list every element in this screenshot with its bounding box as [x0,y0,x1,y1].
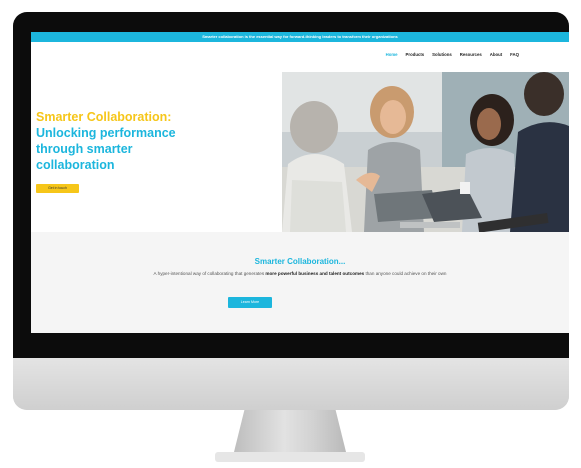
nav-item-about[interactable]: About [490,52,502,57]
main-nav: Home Products Solutions Resources About … [386,52,519,57]
section-text-part1: A hyper-intentional way of collaborating… [153,271,266,276]
learn-more-button[interactable]: Learn More [228,297,272,308]
website-screen: Smarter collaboration is the essential w… [31,32,569,333]
nav-item-solutions[interactable]: Solutions [432,52,452,57]
intro-section: Smarter Collaboration... A hyper-intenti… [31,232,569,333]
nav-item-resources[interactable]: Resources [460,52,482,57]
nav-item-home[interactable]: Home [386,52,398,57]
monitor-stand-base [215,452,365,462]
monitor-stand [233,410,347,456]
hero-title-line2: Unlocking performance through smarter co… [36,126,176,172]
section-text-part2: than anyone could achieve on their own [364,271,447,276]
hero-title-line1: Smarter Collaboration: [36,110,172,124]
section-title: Smarter Collaboration... [254,257,346,266]
section-text-bold: more powerful business and talent outcom… [265,271,365,276]
get-in-touch-button[interactable]: Get in touch [36,184,79,193]
hero-photo [282,72,569,232]
hero-heading: Smarter Collaboration: Unlocking perform… [36,110,246,173]
nav-item-products[interactable]: Products [406,52,425,57]
announcement-bar: Smarter collaboration is the essential w… [31,32,569,42]
monitor-chin [13,358,569,410]
meeting-photo-illustration [282,72,569,232]
nav-item-faq[interactable]: FAQ [510,52,519,57]
section-description: A hyper-intentional way of collaborating… [115,270,485,279]
